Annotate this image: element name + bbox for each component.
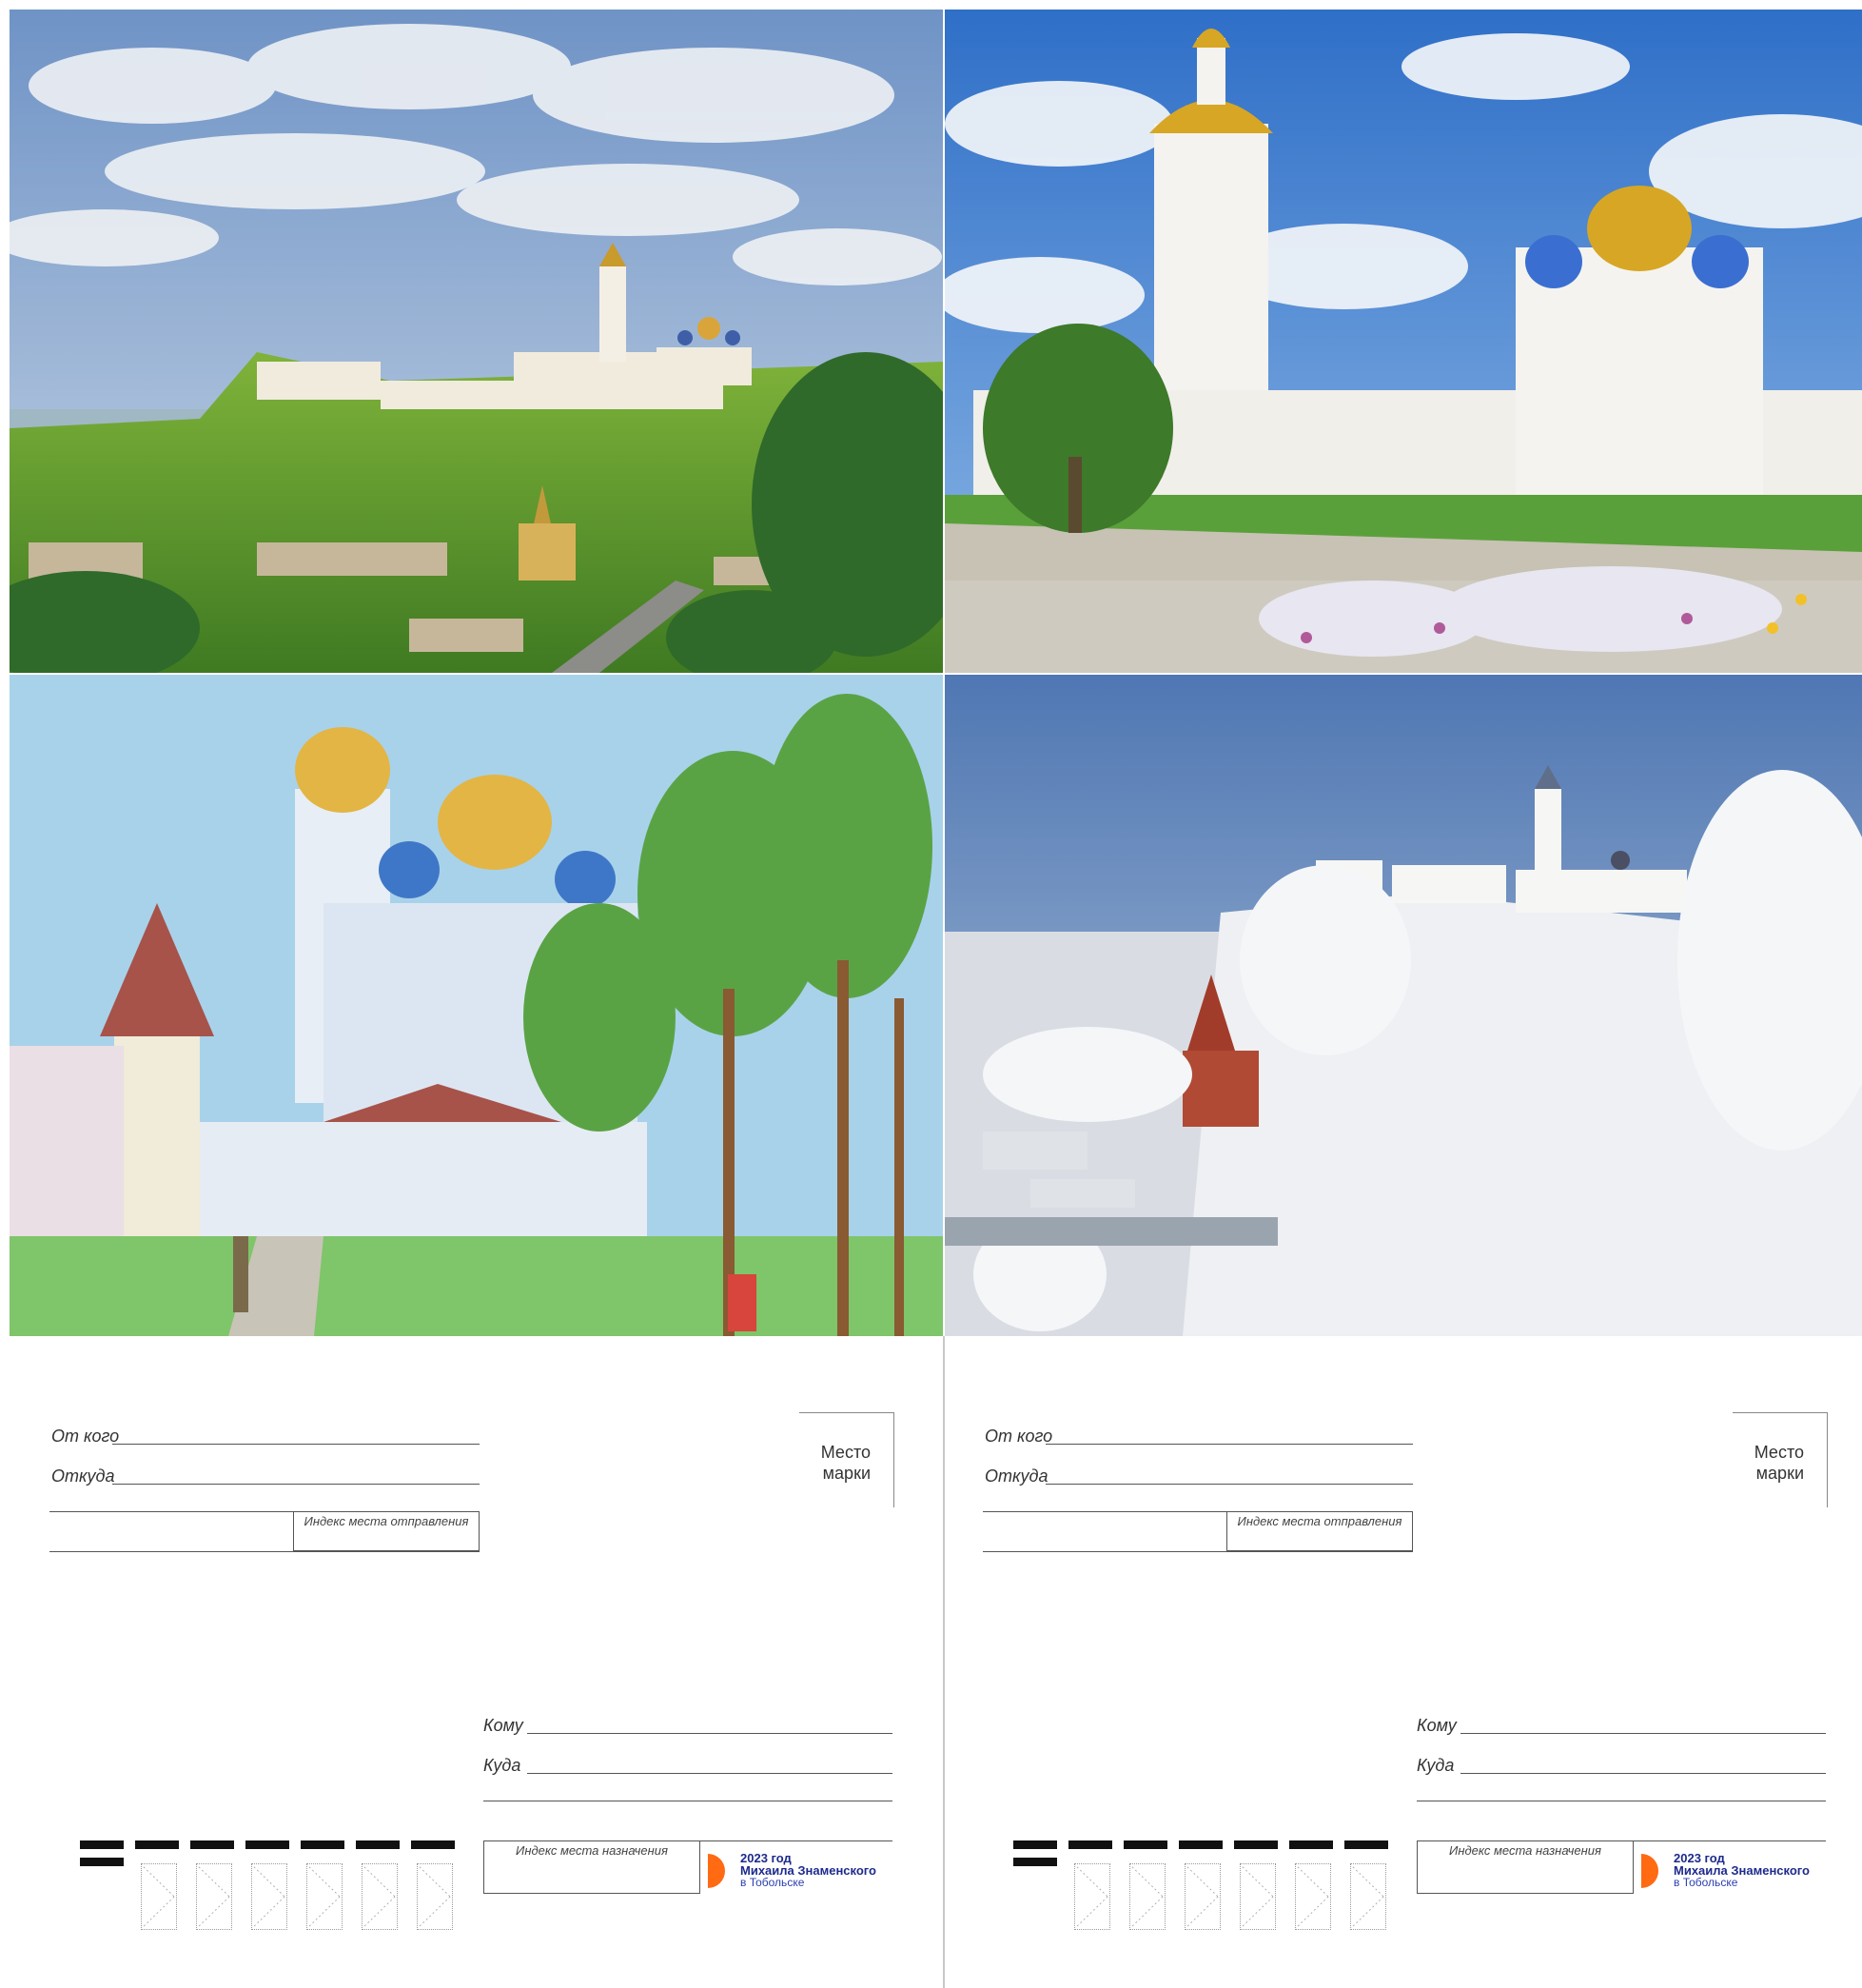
origin-index-label: Индекс места отправления xyxy=(304,1514,469,1528)
digit-box[interactable] xyxy=(196,1863,232,1930)
logo-text: 2023 год Михаила Знаменского в Тобольске xyxy=(1674,1852,1810,1889)
digit-box[interactable] xyxy=(1295,1863,1331,1930)
code-bar xyxy=(1344,1840,1388,1849)
destination-label: Куда xyxy=(483,1756,521,1775)
stamp-label: Место марки xyxy=(821,1442,871,1484)
to-label: Кому xyxy=(483,1716,523,1735)
stamp-place: Место марки xyxy=(1733,1412,1828,1507)
origin-index-box[interactable]: Индекс места отправления xyxy=(1226,1511,1413,1551)
digit-box[interactable] xyxy=(1074,1863,1110,1930)
to-line xyxy=(1460,1733,1826,1734)
code-bar xyxy=(190,1840,234,1849)
stamp-label-line2: марки xyxy=(822,1464,871,1483)
destination-field[interactable]: Куда xyxy=(1417,1742,1826,1780)
sofia-cathedral-bell-tower-painting xyxy=(945,10,1862,673)
code-bar-marker xyxy=(80,1858,124,1866)
from-field[interactable]: От кого xyxy=(985,1412,1413,1450)
year-logo: 2023 год Михаила Знаменского в Тобольске xyxy=(708,1848,889,1896)
destination-index-box[interactable]: Индекс места назначения xyxy=(483,1840,700,1894)
code-bar-marker xyxy=(80,1840,124,1849)
destination-index-label: Индекс места назначения xyxy=(1449,1843,1601,1858)
code-bar xyxy=(135,1840,179,1849)
digit-box[interactable] xyxy=(1185,1863,1221,1930)
digit-box[interactable] xyxy=(362,1863,398,1930)
postcard-back-right: От кого Откуда Индекс места отправления … xyxy=(933,1336,1862,1988)
destination-line xyxy=(1460,1773,1826,1774)
code-bar xyxy=(1179,1840,1223,1849)
tobolsk-kremlin-winter-photo xyxy=(945,675,1862,1336)
stamp-label: Место марки xyxy=(1754,1442,1804,1484)
digit-box[interactable] xyxy=(251,1863,287,1930)
code-bar xyxy=(245,1840,289,1849)
origin-index-box[interactable]: Индекс места отправления xyxy=(293,1511,480,1551)
to-line xyxy=(527,1733,892,1734)
from-line xyxy=(1046,1444,1413,1445)
stamp-label-line1: Место xyxy=(820,1443,871,1462)
stamp-label-line1: Место xyxy=(1754,1443,1804,1462)
code-bar-marker xyxy=(1013,1840,1057,1849)
logo-text: 2023 год Михаила Знаменского в Тобольске xyxy=(740,1852,876,1889)
postal-code-grid xyxy=(1013,1840,1394,1945)
postal-code-grid xyxy=(80,1840,461,1945)
origin-line xyxy=(1046,1484,1413,1485)
origin-line xyxy=(112,1484,480,1485)
digit-box[interactable] xyxy=(1129,1863,1166,1930)
origin-line-3 xyxy=(49,1551,480,1552)
logo-city: в Тобольске xyxy=(1674,1876,1738,1889)
logo-half-circle-icon xyxy=(708,1854,725,1888)
tobolsk-kremlin-summer-painting xyxy=(10,10,943,673)
digit-box[interactable] xyxy=(1350,1863,1386,1930)
digit-box[interactable] xyxy=(1240,1863,1276,1930)
to-field[interactable]: Кому xyxy=(1417,1702,1826,1740)
kremlin-cathedral-child-drawing xyxy=(10,675,943,1336)
to-label: Кому xyxy=(1417,1716,1457,1735)
digit-box[interactable] xyxy=(141,1863,177,1930)
code-bar xyxy=(411,1840,455,1849)
logo-half-circle-icon xyxy=(1641,1854,1658,1888)
from-label: От кого xyxy=(51,1427,120,1446)
origin-index-label: Индекс места отправления xyxy=(1237,1514,1402,1528)
code-bar xyxy=(301,1840,344,1849)
stamp-place: Место марки xyxy=(799,1412,894,1507)
to-field[interactable]: Кому xyxy=(483,1702,892,1740)
code-bar xyxy=(356,1840,400,1849)
destination-line xyxy=(527,1773,892,1774)
stamp-label-line2: марки xyxy=(1755,1464,1804,1483)
from-line xyxy=(112,1444,480,1445)
destination-label: Куда xyxy=(1417,1756,1455,1775)
origin-label: Откуда xyxy=(985,1466,1049,1486)
code-bar xyxy=(1068,1840,1112,1849)
origin-label: Откуда xyxy=(51,1466,115,1486)
year-logo: 2023 год Михаила Знаменского в Тобольске xyxy=(1641,1848,1822,1896)
destination-index-label: Индекс места назначения xyxy=(516,1843,668,1858)
origin-field[interactable]: Откуда xyxy=(51,1452,480,1490)
logo-city: в Тобольске xyxy=(740,1876,805,1889)
from-label: От кого xyxy=(985,1427,1053,1446)
code-bar xyxy=(1124,1840,1167,1849)
destination-index-box[interactable]: Индекс места назначения xyxy=(1417,1840,1634,1894)
digit-box[interactable] xyxy=(306,1863,343,1930)
code-bar-marker xyxy=(1013,1858,1057,1866)
postcard-back-left: От кого Откуда Индекс места отправления … xyxy=(0,1336,943,1988)
postcard-sheet: От кого Откуда Индекс места отправления … xyxy=(0,0,1862,1988)
origin-line-3 xyxy=(983,1551,1413,1552)
destination-field[interactable]: Куда xyxy=(483,1742,892,1780)
origin-field[interactable]: Откуда xyxy=(985,1452,1413,1490)
digit-box[interactable] xyxy=(417,1863,453,1930)
code-bar xyxy=(1234,1840,1278,1849)
from-field[interactable]: От кого xyxy=(51,1412,480,1450)
code-bar xyxy=(1289,1840,1333,1849)
